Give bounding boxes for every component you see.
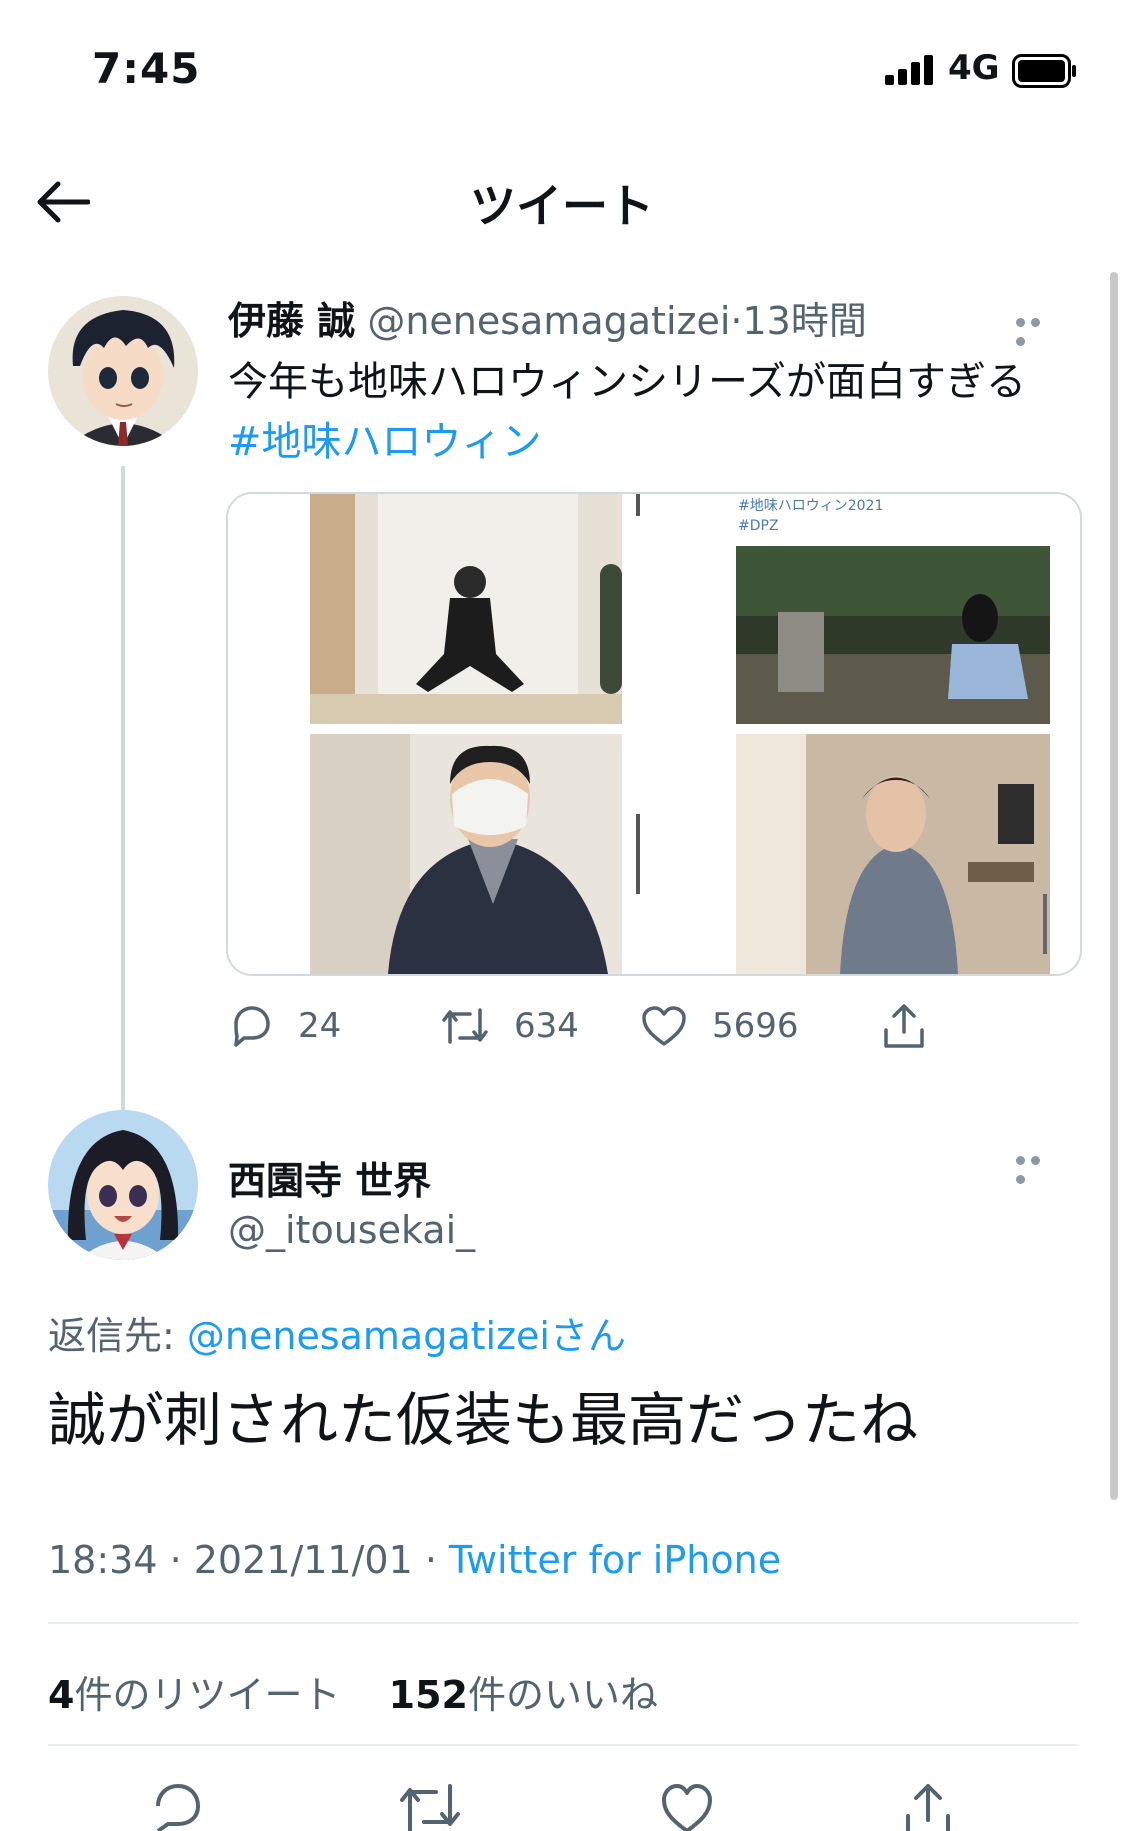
like-icon[interactable]: [658, 1780, 716, 1831]
avatar[interactable]: [48, 1110, 198, 1260]
bottom-actions: [0, 1780, 1124, 1831]
divider: [48, 1744, 1078, 1746]
reply-icon: [234, 1006, 270, 1047]
reply-author-handle[interactable]: @_itousekai_: [228, 1208, 475, 1252]
more-icon[interactable]: [1016, 312, 1060, 346]
status-bar: 7:45 4G: [0, 0, 1124, 140]
tweet-timestamp[interactable]: 18:34 · 2021/11/01: [48, 1538, 413, 1582]
media-collage: #地味ハロウィン2021 #DPZ: [228, 494, 1080, 974]
like-count: 5696: [712, 1006, 799, 1046]
share-icon: [884, 1004, 924, 1048]
tweet-source-link[interactable]: Twitter for iPhone: [449, 1538, 781, 1582]
tweet-meta: 18:34 · 2021/11/01 · Twitter for iPhone: [48, 1538, 781, 1582]
tweet-body: 今年も地味ハロウィンシリーズが面白すぎる: [228, 359, 1026, 405]
thread-line: [121, 466, 125, 1116]
media-overlay-dpz: #DPZ: [738, 518, 779, 534]
like-stat-label: 件のいいね: [467, 1673, 658, 1717]
retweet-stat[interactable]: 4件のリツイート: [48, 1673, 340, 1717]
tweet-stats: 4件のリツイート 152件のいいね: [48, 1664, 658, 1719]
reply-count: 24: [298, 1006, 342, 1046]
more-icon[interactable]: [1016, 1150, 1060, 1184]
like-icon: [642, 1006, 686, 1046]
retweet-button[interactable]: 634: [440, 998, 579, 1054]
hashtag-link[interactable]: #地味ハロウィン: [228, 412, 1088, 472]
avatar[interactable]: [48, 296, 198, 446]
retweet-count: 634: [514, 1006, 579, 1046]
tweet-actions: 24 634 5696: [228, 998, 988, 1054]
media-overlay-hashtag: #地味ハロウィン2021: [738, 498, 883, 514]
reply-text: 誠が刺された仮装も最高だったね: [48, 1386, 919, 1454]
tweet-header: 伊藤 誠 @nenesamagatizei·13時間: [228, 290, 867, 345]
reply-button[interactable]: 24: [228, 998, 341, 1054]
like-stat[interactable]: 152件のいいね: [389, 1673, 658, 1717]
page-title: ツイート: [470, 179, 654, 233]
replying-to-link[interactable]: @nenesamagatizeiさん: [187, 1314, 626, 1358]
reply-icon[interactable]: [150, 1780, 206, 1831]
signal-icon: [885, 55, 933, 85]
retweet-icon[interactable]: [398, 1780, 462, 1831]
status-time: 7:45: [92, 44, 201, 93]
like-button[interactable]: 5696: [640, 998, 799, 1054]
tweet-media[interactable]: #地味ハロウィン2021 #DPZ: [226, 492, 1082, 976]
replying-to: 返信先: @nenesamagatizeiさん: [48, 1305, 626, 1360]
retweet-stat-label: 件のリツイート: [74, 1673, 341, 1717]
battery-icon: [1012, 54, 1076, 88]
navigation-bar: ツイート: [0, 150, 1124, 250]
reply-author-name[interactable]: 西園寺 世界: [228, 1150, 431, 1205]
separator-dot: ·: [730, 299, 743, 343]
author-handle[interactable]: @nenesamagatizei: [367, 299, 730, 343]
tweet-time[interactable]: 13時間: [742, 299, 866, 343]
share-button[interactable]: [880, 998, 928, 1054]
meta-separator: ·: [412, 1538, 450, 1582]
tweet-text: 今年も地味ハロウィンシリーズが面白すぎる #地味ハロウィン: [228, 352, 1088, 472]
scrollbar[interactable]: [1110, 272, 1118, 1500]
network-label: 4G: [948, 48, 1000, 88]
share-icon[interactable]: [900, 1780, 956, 1831]
retweet-stat-count: 4: [48, 1673, 75, 1717]
retweet-icon: [442, 1008, 488, 1044]
divider: [48, 1622, 1078, 1624]
like-stat-count: 152: [388, 1673, 468, 1717]
replying-to-label: 返信先:: [48, 1314, 187, 1358]
author-name[interactable]: 伊藤 誠: [228, 299, 355, 343]
